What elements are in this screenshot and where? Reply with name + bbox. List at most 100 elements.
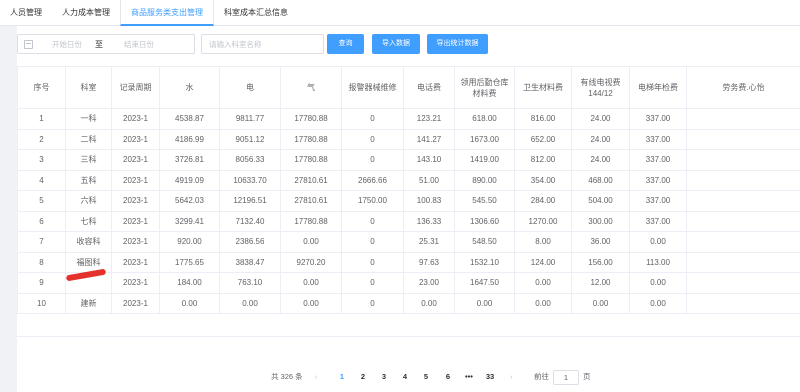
table-cell: 51.00 — [403, 169, 455, 191]
page-3[interactable]: 3 — [377, 368, 391, 386]
column-header: 序号 — [17, 66, 66, 109]
table-cell: 23.00 — [403, 272, 455, 294]
end-month-placeholder[interactable]: 结束日份 — [115, 39, 163, 50]
page-33[interactable]: 33 — [483, 368, 497, 386]
tab-labor-cost[interactable]: 人力成本管理 — [52, 0, 120, 26]
table-cell: 2023-1 — [111, 190, 160, 212]
column-header: 科室 — [65, 66, 112, 109]
prev-page-icon[interactable]: ‹ — [315, 368, 318, 386]
table-cell: 0 — [341, 292, 404, 314]
calendar-icon — [24, 39, 33, 49]
table-cell: 27810.61 — [280, 169, 342, 191]
table-row[interactable]: 8 福图科 2023-1 1775.65 3838.47 9270.20 0 97.63 153… — [17, 251, 800, 273]
table-row[interactable]: 9 2023-1 184.00 763.10 0.00 0 23.00 1647.50 0.00… — [17, 272, 800, 294]
table-cell: 2023-1 — [111, 210, 160, 232]
table-cell: 123.21 — [403, 108, 455, 130]
page-2[interactable]: 2 — [356, 368, 370, 386]
table-cell: 0 — [341, 231, 404, 253]
page-1[interactable]: 1 — [335, 368, 349, 386]
table-cell: 9 — [17, 272, 66, 294]
table-cell — [686, 231, 800, 253]
table-cell: 3838.47 — [219, 251, 281, 273]
table-cell: 0.00 — [280, 272, 342, 294]
table-row[interactable]: 1 一科 2023-1 4538.87 9811.77 17780.88 0 123.21 61… — [17, 108, 800, 130]
table-row[interactable]: 6 七科 2023-1 3299.41 7132.40 17780.88 0 136.33 13… — [17, 210, 800, 232]
table-cell: 4 — [17, 169, 66, 191]
table-cell — [686, 210, 800, 232]
table-cell: 812.00 — [514, 149, 572, 171]
table-cell: 建新 — [65, 292, 112, 314]
department-search-input[interactable] — [201, 34, 324, 54]
table-cell: 17780.88 — [280, 108, 342, 130]
export-statistics-button[interactable]: 导出统计数据 — [427, 34, 488, 54]
table-cell: 5642.03 — [159, 190, 220, 212]
table-cell — [686, 190, 800, 212]
table-cell: 1775.65 — [159, 251, 220, 273]
column-header: 有线电视费144/12 — [571, 66, 630, 109]
table-cell: 97.63 — [403, 251, 455, 273]
page-5[interactable]: 5 — [419, 368, 433, 386]
table-cell: 2023-1 — [111, 251, 160, 273]
table-cell: 141.27 — [403, 128, 455, 150]
content-panel: 开始日份 至 结束日份 查询 导入数据 导出统计数据 序号科室记录周期水电气报警… — [17, 26, 800, 392]
table-row[interactable]: 10 建新 2023-1 0.00 0.00 0.00 0 0.00 0.00 0.00 0.00 0… — [17, 292, 800, 314]
table-row[interactable]: 7 收容科 2023-1 920.00 2386.56 0.00 0 25.31 548.50 8… — [17, 231, 800, 253]
column-header: 电梯年检费 — [629, 66, 687, 109]
total-count: 共 326 条 — [271, 372, 303, 381]
table-cell: 0 — [341, 251, 404, 273]
table-cell: 0.00 — [219, 292, 281, 314]
table-cell: 七科 — [65, 210, 112, 232]
table-cell — [686, 169, 800, 191]
table-cell: 545.50 — [454, 190, 515, 212]
table-cell: 143.10 — [403, 149, 455, 171]
table-cell: 5 — [17, 190, 66, 212]
table-row[interactable]: 3 三科 2023-1 3726.81 8056.33 17780.88 0 143.10 14… — [17, 149, 800, 171]
table-cell: 10 — [17, 292, 66, 314]
table-cell: 0 — [341, 272, 404, 294]
table-cell: 763.10 — [219, 272, 281, 294]
table-row[interactable]: 5 六科 2023-1 5642.03 12196.51 27810.61 1750.00 1… — [17, 190, 800, 212]
column-header: 电 — [219, 66, 281, 109]
column-header: 气 — [280, 66, 342, 109]
tab-goods-services-expense[interactable]: 商品服务类支出管理 — [120, 0, 214, 26]
more-pages-icon[interactable]: ••• — [462, 368, 476, 386]
table-row[interactable]: 2 二科 2023-1 4186.99 9051.12 17780.88 0 141.27 16… — [17, 128, 800, 150]
goto-page-input[interactable] — [553, 370, 579, 385]
month-range-picker[interactable]: 开始日份 至 结束日份 — [17, 34, 195, 54]
page-4[interactable]: 4 — [398, 368, 412, 386]
pagination: 共 326 条 ‹ 1 2 3 4 5 6 ••• 33 › 前往 页 — [0, 368, 800, 386]
table-cell: 3726.81 — [159, 149, 220, 171]
table-cell: 三科 — [65, 149, 112, 171]
table-cell — [686, 128, 800, 150]
tab-department-cost-summary[interactable]: 科室成本汇总信息 — [214, 0, 298, 26]
page-6[interactable]: 6 — [441, 368, 455, 386]
table-cell: 0.00 — [629, 231, 687, 253]
import-data-button[interactable]: 导入数据 — [372, 34, 420, 54]
table-cell: 2 — [17, 128, 66, 150]
table-cell: 24.00 — [571, 128, 630, 150]
query-button[interactable]: 查询 — [327, 34, 364, 54]
table-cell: 0.00 — [571, 292, 630, 314]
table-cell: 25.31 — [403, 231, 455, 253]
table-cell: 0.00 — [514, 292, 572, 314]
start-month-placeholder[interactable]: 开始日份 — [43, 39, 91, 50]
tab-personnel[interactable]: 人员管理 — [0, 0, 52, 26]
table-cell: 4919.09 — [159, 169, 220, 191]
table-cell: 24.00 — [571, 149, 630, 171]
table-cell: 890.00 — [454, 169, 515, 191]
next-page-icon[interactable]: › — [510, 368, 513, 386]
goto-label: 前往 — [534, 372, 549, 381]
table-cell: 六科 — [65, 190, 112, 212]
table-cell: 0.00 — [159, 292, 220, 314]
table-cell: 1306.60 — [454, 210, 515, 232]
table-cell: 0 — [341, 108, 404, 130]
table-cell: 0.00 — [629, 272, 687, 294]
table-row[interactable]: 4 五科 2023-1 4919.09 10633.70 27810.61 2666.66 5… — [17, 169, 800, 191]
table-cell: 收容科 — [65, 231, 112, 253]
column-header: 水 — [159, 66, 220, 109]
table-cell: 816.00 — [514, 108, 572, 130]
table-bottom-border — [17, 336, 800, 337]
table-cell: 0.00 — [280, 292, 342, 314]
table-cell: 7 — [17, 231, 66, 253]
page-unit: 页 — [583, 372, 591, 381]
